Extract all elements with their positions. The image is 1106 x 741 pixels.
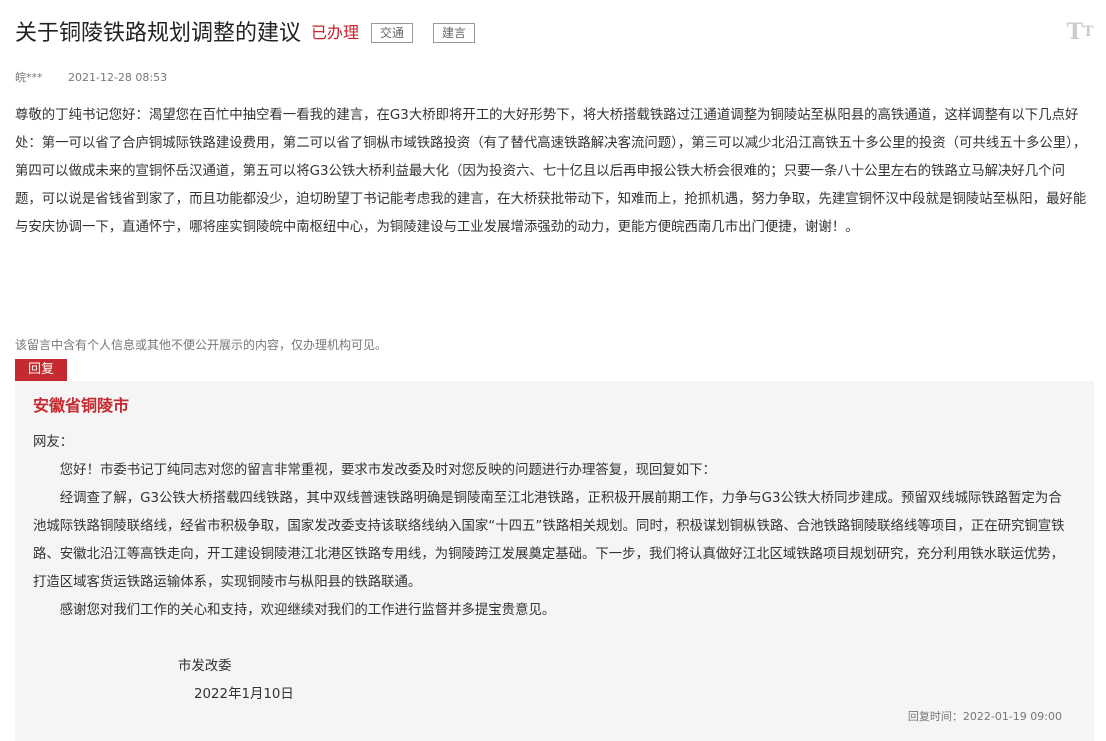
reply-organization: 安徽省铜陵市	[33, 396, 130, 415]
reply-greeting: 网友：	[33, 435, 74, 450]
reply-tab[interactable]: 回复	[15, 359, 67, 381]
page-title: 关于铜陵铁路规划调整的建议	[15, 21, 302, 46]
reply-time: 回复时间：2022-01-19 09:00	[907, 710, 1062, 723]
reply-paragraph: 您好！市委书记丁纯同志对您的留言非常重视，要求市发改委及时对您反映的问题进行办理…	[59, 463, 716, 478]
reply-signer: 市发改委	[178, 659, 232, 674]
reply-paragraph: 经调查了解，G3公铁大桥搭载四线铁路，其中双线普速铁路明确是铜陵南至江北港铁路，…	[33, 491, 1065, 590]
reply-paragraph: 感谢您对我们工作的关心和支持，欢迎继续对我们的工作进行监督并多提宝贵意见。	[59, 603, 556, 618]
post-time: 2021-12-28 08:53	[68, 71, 168, 84]
font-toggle-small-letter: T	[1082, 24, 1094, 40]
author-name: 皖***	[15, 71, 43, 84]
tag-suggestion[interactable]: 建言	[433, 23, 476, 43]
status-badge: 已办理	[311, 23, 360, 42]
privacy-notice: 该留言中含有个人信息或其他不便公开展示的内容，仅办理机构可见。	[15, 338, 388, 352]
font-toggle-large-letter: T	[1066, 19, 1083, 45]
message-header: 关于铜陵铁路规划调整的建议 已办理 交通 建言 TT	[15, 18, 1095, 54]
tag-transport[interactable]: 交通	[371, 23, 414, 43]
reply-panel: 安徽省铜陵市 网友： 您好！市委书记丁纯同志对您的留言非常重视，要求市发改委及时…	[15, 381, 1094, 741]
reply-body: 您好！市委书记丁纯同志对您的留言非常重视，要求市发改委及时对您反映的问题进行办理…	[33, 457, 1073, 625]
reply-sign-date: 2022年1月10日	[194, 687, 294, 702]
message-content: 尊敬的丁纯书记您好：渴望您在百忙中抽空看一看我的建言，在G3大桥即将开工的大好形…	[15, 108, 1087, 235]
text-size-icon[interactable]: TT	[1065, 18, 1095, 46]
message-meta: 皖*** 2021-12-28 08:53	[15, 70, 167, 86]
